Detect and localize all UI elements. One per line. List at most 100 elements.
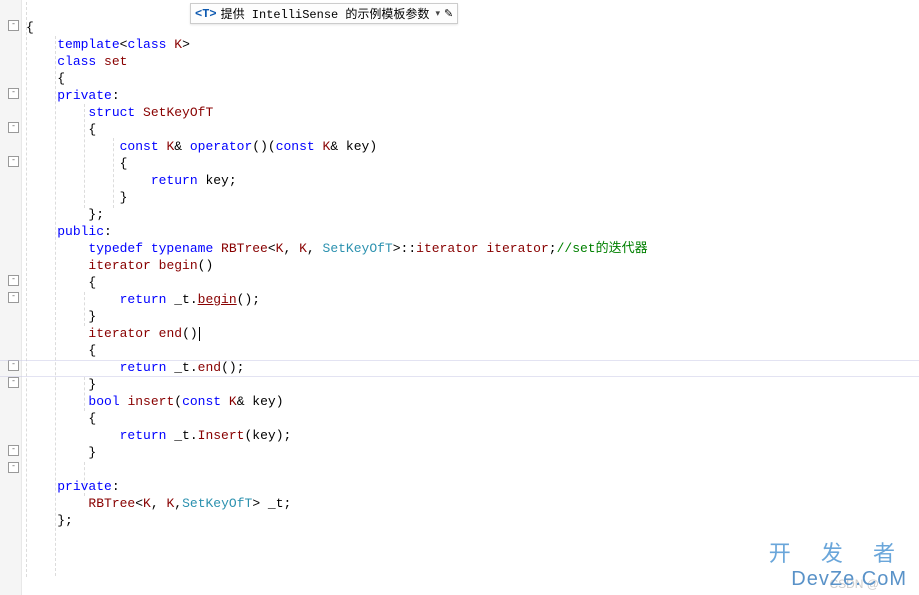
- param-key: key: [252, 394, 275, 409]
- paren-open: (: [174, 394, 182, 409]
- parens: (): [182, 326, 198, 341]
- struct-name: SetKeyOfT: [135, 105, 213, 120]
- brace: {: [26, 343, 96, 358]
- brace: }: [26, 190, 127, 205]
- keyword-bool: bool: [88, 394, 119, 409]
- fold-toggle[interactable]: -: [8, 292, 19, 303]
- brace: {: [26, 20, 34, 35]
- paren-close-semi: );: [276, 428, 292, 443]
- type-iterator: iterator: [88, 326, 150, 341]
- ident-t: _t: [166, 428, 189, 443]
- paren-close: ): [369, 139, 377, 154]
- type-iterator: iterator: [88, 258, 150, 273]
- keyword-template: template: [57, 37, 119, 52]
- csdn-watermark: CSDN @: [829, 577, 879, 591]
- angle-open: <: [268, 241, 276, 256]
- brace: }: [26, 377, 96, 392]
- template-param-label: <T>: [195, 7, 217, 21]
- edit-icon[interactable]: ✎: [444, 7, 453, 21]
- member-t: _t: [268, 496, 284, 511]
- brace: };: [26, 207, 104, 222]
- fold-toggle[interactable]: -: [8, 360, 19, 371]
- keyword-typedef: typedef: [88, 241, 143, 256]
- func-begin: begin: [151, 258, 198, 273]
- watermark-line1: 开 发 者: [769, 536, 907, 568]
- ident-iterator: iterator: [416, 241, 478, 256]
- semicolon: ;: [229, 173, 237, 188]
- tooltip-text: 提供 IntelliSense 的示例模板参数: [221, 5, 430, 22]
- parens-semi: ();: [221, 360, 244, 375]
- scope: >::: [393, 241, 416, 256]
- angle-open: <: [135, 496, 143, 511]
- keyword-return: return: [151, 173, 198, 188]
- param-key: key: [346, 139, 369, 154]
- amp: &: [237, 394, 253, 409]
- angle-close: >: [182, 37, 190, 52]
- brace: };: [26, 513, 73, 528]
- call-begin: begin: [198, 292, 237, 307]
- chevron-down-icon[interactable]: ▾: [435, 9, 440, 19]
- keyword-const: const: [120, 139, 159, 154]
- type-k: K: [159, 139, 175, 154]
- dot: .: [190, 360, 198, 375]
- brace: {: [26, 156, 127, 171]
- ident-t: _t: [166, 360, 189, 375]
- semicolon: ;: [549, 241, 557, 256]
- keyword-operator: operator: [190, 139, 252, 154]
- keyword-private: private: [57, 88, 112, 103]
- fold-toggle[interactable]: -: [8, 445, 19, 456]
- colon: :: [112, 88, 120, 103]
- class-name-set: set: [96, 54, 127, 69]
- fold-toggle[interactable]: -: [8, 156, 19, 167]
- brace: {: [26, 71, 65, 86]
- semicolon: ;: [284, 496, 292, 511]
- comma: ,: [283, 241, 299, 256]
- keyword-public: public: [57, 224, 104, 239]
- keyword-class: class: [127, 37, 166, 52]
- keyword-const: const: [276, 139, 315, 154]
- intellisense-tooltip[interactable]: <T> 提供 IntelliSense 的示例模板参数 ▾ ✎: [190, 3, 458, 24]
- type-param-k: K: [166, 37, 182, 52]
- colon: :: [104, 224, 112, 239]
- brace: {: [26, 275, 96, 290]
- keyword-class: class: [57, 54, 96, 69]
- brace: {: [26, 411, 96, 426]
- amp: &: [330, 139, 346, 154]
- keyword-private: private: [57, 479, 112, 494]
- fold-toggle[interactable]: -: [8, 275, 19, 286]
- dot: .: [190, 292, 198, 307]
- arg-key: key: [252, 428, 275, 443]
- ident-iterator: iterator: [479, 241, 549, 256]
- parens: (): [198, 258, 214, 273]
- comment: //set的迭代器: [557, 241, 648, 256]
- brace: }: [26, 309, 96, 324]
- ident-key: key: [198, 173, 229, 188]
- keyword-const: const: [182, 394, 221, 409]
- angle-close: >: [252, 496, 268, 511]
- func-end: end: [151, 326, 182, 341]
- keyword-struct: struct: [88, 105, 135, 120]
- gutter: - - - - - - - - - -: [0, 0, 22, 595]
- keyword-return: return: [120, 360, 167, 375]
- brace: }: [26, 445, 96, 460]
- fold-toggle[interactable]: -: [8, 20, 19, 31]
- fold-toggle[interactable]: -: [8, 462, 19, 473]
- fold-toggle[interactable]: -: [8, 377, 19, 388]
- dot: .: [190, 428, 198, 443]
- parens: ()(: [252, 139, 275, 154]
- fold-toggle[interactable]: -: [8, 88, 19, 99]
- code-editor[interactable]: { template<class K> class set { private:…: [26, 2, 648, 529]
- type-setkeyoft: SetKeyOfT: [323, 241, 393, 256]
- comma: ,: [174, 496, 182, 511]
- keyword-return: return: [120, 428, 167, 443]
- call-end: end: [198, 360, 221, 375]
- comma: ,: [307, 241, 323, 256]
- text-caret: [199, 327, 200, 341]
- parens-semi: ();: [237, 292, 260, 307]
- ident-t: _t: [166, 292, 189, 307]
- amp: &: [174, 139, 190, 154]
- type-k: K: [143, 496, 151, 511]
- brace: {: [26, 122, 96, 137]
- fold-toggle[interactable]: -: [8, 122, 19, 133]
- type-k: K: [299, 241, 307, 256]
